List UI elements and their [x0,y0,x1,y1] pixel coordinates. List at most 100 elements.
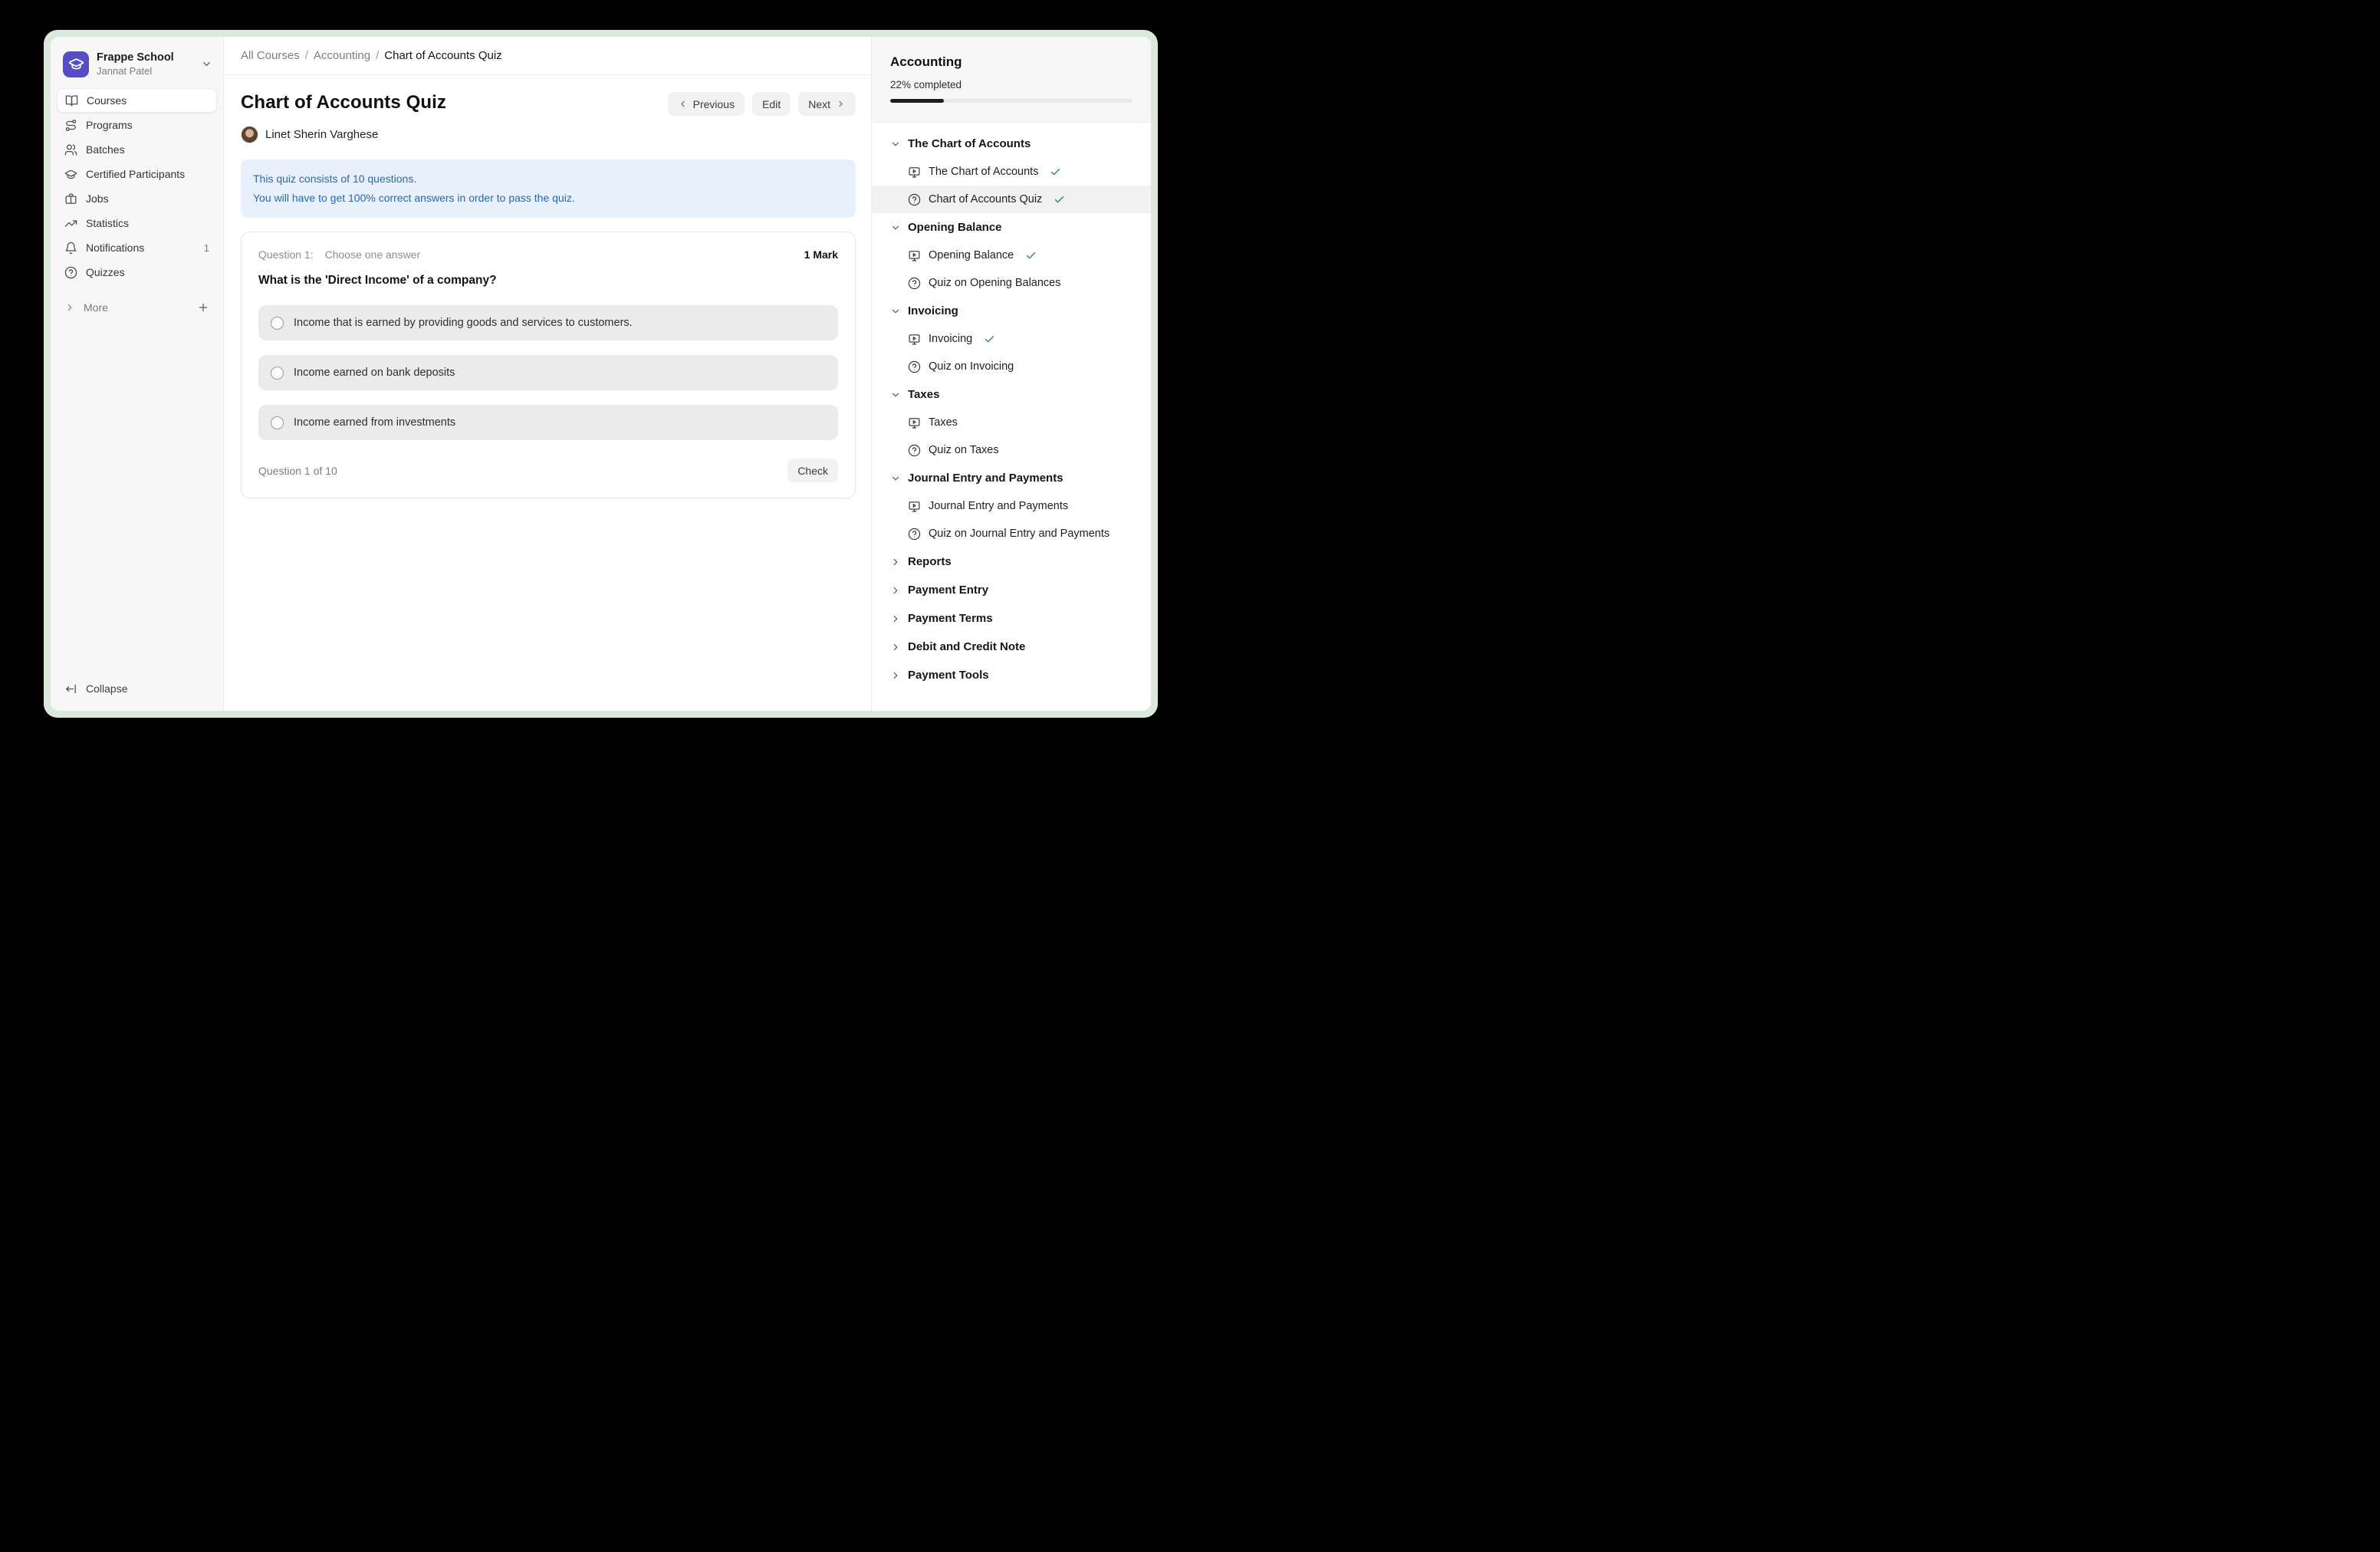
outline-section-label: Payment Terms [908,612,993,625]
sidebar-item-label: Quizzes [86,266,125,278]
outline-item-quiz-on-invoicing[interactable]: Quiz on Invoicing [872,353,1151,380]
quiz-option-1[interactable]: Income that is earned by providing goods… [258,305,838,340]
breadcrumb-course[interactable]: Accounting [314,49,370,62]
outline-section-label: Invoicing [908,304,958,317]
sidebar-item-label: Certified Participants [86,168,185,180]
edit-button[interactable]: Edit [752,92,791,116]
page-title: Chart of Accounts Quiz [241,92,446,113]
help-icon [64,266,77,279]
author-name: Linet Sherin Varghese [265,128,378,141]
notice-line-2: You will have to get 100% correct answer… [253,189,843,208]
outline-section-journal-entry-and-payments[interactable]: Journal Entry and Payments [872,464,1151,492]
outline-item-label: The Chart of Accounts [929,166,1038,178]
sidebar-item-notifications[interactable]: Notifications1 [57,235,217,260]
breadcrumb-all-courses[interactable]: All Courses [241,49,300,62]
sidebar-item-courses[interactable]: Courses [57,88,217,113]
course-progress-bar [890,99,1132,103]
outline-section-taxes[interactable]: Taxes [872,380,1151,409]
course-progress-fill [890,99,944,103]
workspace-user: Jannat Patel [97,65,174,77]
sidebar-item-label: Statistics [86,217,129,229]
outline-section-label: Debit and Credit Note [908,640,1025,653]
check-button[interactable]: Check [787,459,838,482]
outline-section-invoicing[interactable]: Invoicing [872,297,1151,325]
quiz-notice: This quiz consists of 10 questions. You … [241,159,856,218]
outline-item-label: Quiz on Invoicing [929,360,1014,373]
sidebar-item-certified-participants[interactable]: Certified Participants [57,162,217,186]
sidebar-item-programs[interactable]: Programs [57,113,217,137]
lesson-video-icon [908,333,921,346]
outline-section-payment-entry[interactable]: Payment Entry [872,576,1151,604]
quiz-question-icon [908,444,921,457]
author-avatar [241,126,258,143]
breadcrumb: All Courses / Accounting / Chart of Acco… [224,37,871,75]
next-button[interactable]: Next [798,92,856,116]
sidebar-nav: Courses Programs Batches Certified Particip… [57,88,217,284]
chevron-right-icon [890,585,901,596]
collapse-sidebar-button[interactable]: Collapse [57,676,217,702]
book-icon [65,94,78,107]
course-outline-header: Accounting 22% completed [872,37,1151,123]
outline-item-quiz-on-taxes[interactable]: Quiz on Taxes [872,436,1151,464]
workspace-switcher[interactable]: Frappe School Jannat Patel [57,43,217,88]
outline-item-quiz-on-journal-entry-and-payments[interactable]: Quiz on Journal Entry and Payments [872,520,1151,547]
sidebar-item-statistics[interactable]: Statistics [57,211,217,235]
radio-button[interactable] [271,317,284,330]
outline-item-quiz-on-opening-balances[interactable]: Quiz on Opening Balances [872,269,1151,297]
quiz-option-2[interactable]: Income earned on bank deposits [258,355,838,390]
bell-icon [64,242,77,255]
trend-icon [64,217,77,230]
outline-section-debit-and-credit-note[interactable]: Debit and Credit Note [872,633,1151,661]
outline-section-label: The Chart of Accounts [908,137,1031,150]
outline-item-chart-of-accounts-quiz[interactable]: Chart of Accounts Quiz [872,186,1151,213]
quiz-question-icon [908,360,921,373]
chevron-right-icon [890,557,901,567]
question-instruction: Choose one answer [325,248,421,261]
chevron-down-icon[interactable] [201,58,212,70]
outline-item-the-chart-of-accounts[interactable]: The Chart of Accounts [872,158,1151,186]
quiz-option-3[interactable]: Income earned from investments [258,405,838,440]
outline-section-payment-terms[interactable]: Payment Terms [872,604,1151,633]
outline-item-taxes[interactable]: Taxes [872,409,1151,436]
breadcrumb-separator: / [376,49,379,62]
quiz-option-label: Income that is earned by providing goods… [294,317,633,329]
quiz-option-label: Income earned from investments [294,416,455,429]
outline-item-label: Chart of Accounts Quiz [929,193,1042,206]
sidebar-item-quizzes[interactable]: Quizzes [57,260,217,284]
chevron-right-icon [890,613,901,624]
quiz-question-icon [908,277,921,290]
radio-button[interactable] [271,367,284,380]
left-sidebar: Frappe School Jannat Patel Courses Progra… [51,37,224,711]
outline-section-the-chart-of-accounts[interactable]: The Chart of Accounts [872,130,1151,158]
radio-button[interactable] [271,416,284,429]
plus-icon[interactable] [197,301,209,314]
chevron-left-icon [678,99,688,109]
quiz-options: Income that is earned by providing goods… [258,305,838,440]
outline-section-label: Taxes [908,388,939,401]
lesson-video-icon [908,416,921,429]
workspace-title: Frappe School [97,51,174,64]
outline-section-reports[interactable]: Reports [872,547,1151,576]
outline-item-label: Opening Balance [929,249,1014,261]
outline-section-label: Reports [908,555,952,568]
outline-section-label: Payment Tools [908,669,989,682]
sidebar-item-batches[interactable]: Batches [57,137,217,162]
outline-section-label: Opening Balance [908,221,1002,234]
outline-section-payment-tools[interactable]: Payment Tools [872,661,1151,689]
question-number-label: Question 1: [258,248,314,261]
completed-check-icon [1054,194,1065,206]
outline-item-journal-entry-and-payments[interactable]: Journal Entry and Payments [872,492,1151,520]
outline-section-opening-balance[interactable]: Opening Balance [872,213,1151,242]
outline-item-invoicing[interactable]: Invoicing [872,325,1151,353]
outline-item-opening-balance[interactable]: Opening Balance [872,242,1151,269]
outline-section-label: Journal Entry and Payments [908,472,1063,485]
chevron-right-icon [836,99,846,109]
sidebar-item-jobs[interactable]: Jobs [57,186,217,211]
sidebar-item-more[interactable]: More [57,295,217,320]
outline-item-label: Quiz on Journal Entry and Payments [929,528,1109,540]
sidebar-item-label: Jobs [86,192,109,205]
previous-button[interactable]: Previous [668,92,745,116]
question-marks: 1 Mark [804,248,838,261]
lesson-video-icon [908,166,921,179]
sidebar-item-label: Programs [86,119,133,131]
